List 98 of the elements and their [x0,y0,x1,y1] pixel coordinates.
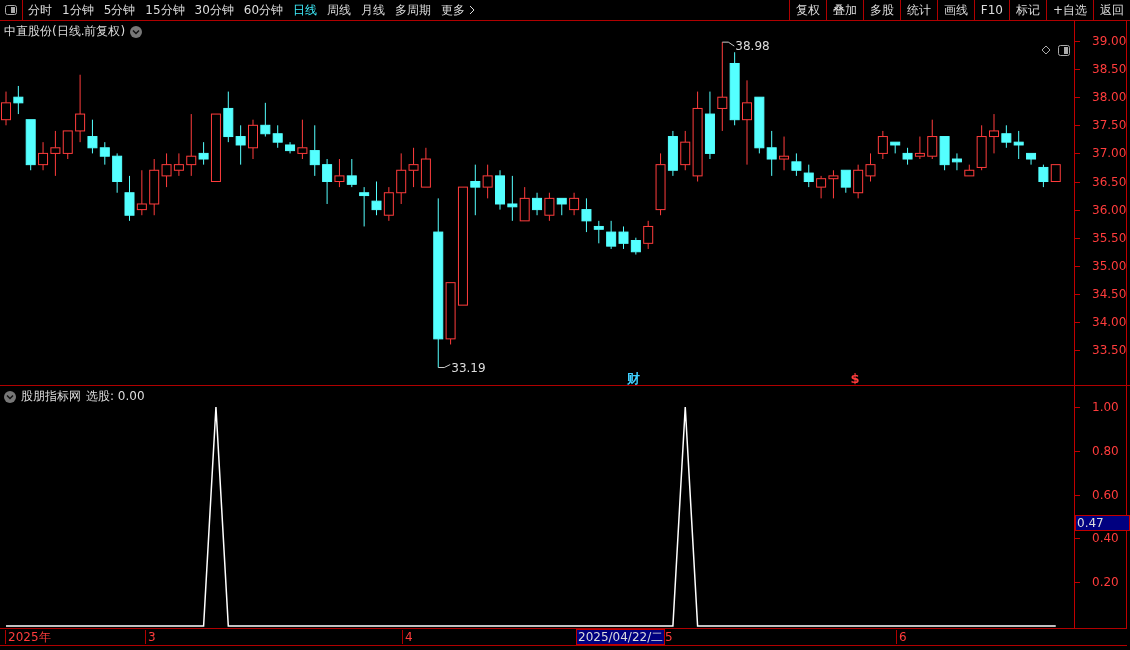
period-tab[interactable]: 15分钟 [140,0,190,20]
candlestick [1013,130,1024,160]
candlestick [877,130,888,160]
candlestick [433,197,444,369]
toolbar-button[interactable]: 叠加 [825,0,863,20]
candlestick [136,169,147,216]
axis-label: 34.50 [1092,286,1127,301]
time-axis-label: 6 [896,630,907,644]
panel-toggle-icon[interactable] [5,5,17,15]
candlestick [396,152,407,205]
toolbar-button[interactable]: +自选 [1045,0,1093,20]
candlestick [717,41,728,132]
axis-label: 35.00 [1092,258,1127,273]
candlestick [75,74,86,143]
toolbar-button[interactable]: 标记 [1008,0,1046,20]
candlestick [581,197,592,233]
period-tab[interactable]: 月线 [356,0,391,20]
axis-label: 37.50 [1092,118,1127,133]
toolbar-button[interactable]: 复权 [788,0,826,20]
candlestick [766,130,777,177]
period-tab[interactable]: 30分钟 [189,0,239,20]
period-tab[interactable]: 周线 [322,0,357,20]
candlestick [507,175,518,222]
toolbar-button[interactable]: 返回 [1093,0,1130,20]
panel-toggle-icon[interactable] [1058,45,1070,56]
period-tab[interactable]: 日线 [288,0,323,20]
candlestick [50,130,61,177]
leader-line [437,364,451,368]
leader-line [721,41,735,47]
candlestick [322,158,333,205]
period-tab[interactable]: 60分钟 [238,0,289,20]
candlestick [285,141,296,154]
cursor-date-label: 2025/04/22/二 [576,629,666,645]
candlestick [667,130,678,177]
axis-label: 34.00 [1092,315,1127,329]
diamond-icon[interactable] [1041,45,1051,55]
indicator-title: 股朋指标网 [21,388,81,405]
candlestick [161,152,172,188]
axis-label: 1.00 [1092,400,1119,414]
axis-label: 0.80 [1092,443,1119,458]
candlestick [532,192,543,216]
candlestick [470,164,481,216]
candlestick [186,113,197,177]
axis-label: 0.20 [1092,575,1119,590]
dropdown-icon[interactable] [130,25,143,38]
axis-label: 39.00 [1092,34,1127,48]
candlestick [235,124,246,166]
candlestick [630,237,641,256]
chevron-right-icon [469,5,476,15]
indicator-reading: 选股: 0.00 [86,388,145,405]
axis-label: 38.00 [1092,90,1127,105]
chart-title: 中直股份(日线.前复权) [4,23,126,40]
candlestick [569,192,580,216]
toolbar-button[interactable]: 统计 [899,0,937,20]
time-axis-label: 3 [145,630,156,644]
period-tab[interactable]: 5分钟 [98,0,141,20]
candlestick [989,113,999,154]
toolbar-button[interactable]: 多股 [862,0,900,20]
candlestick [951,152,962,171]
axis-label: 35.50 [1092,230,1127,245]
axis-label: 36.50 [1092,174,1127,189]
candlestick [383,186,394,222]
axis-label: 0.40 [1092,531,1119,546]
candlestick [13,85,24,115]
toolbar-button[interactable]: F10 [973,0,1009,20]
candlestick [38,141,49,171]
candlestick [149,158,160,216]
candlestick [112,152,123,194]
candlestick [704,91,715,160]
candlestick [408,147,419,188]
high-price-label: 38.98 [735,39,770,54]
candlestick [248,119,258,160]
axis-label: 33.50 [1092,343,1127,358]
candlestick [779,136,790,171]
candlestick [173,152,184,177]
candlestick [260,102,271,138]
axis-label: 37.00 [1092,146,1127,161]
period-tab[interactable]: 多周期 [390,0,437,20]
period-tab[interactable]: 更多 [436,0,481,20]
period-tab[interactable]: 1分钟 [57,0,99,20]
time-axis-label: 4 [402,630,413,644]
candlestick [742,79,752,166]
cursor-value-label: 0.47 [1075,515,1130,532]
axis-label: 38.50 [1092,62,1127,77]
period-tab[interactable]: 分时 [23,0,57,20]
dropdown-icon[interactable] [4,390,16,403]
candlestick [816,175,827,199]
candlestick [482,164,493,199]
event-marker[interactable]: 财 [626,371,640,385]
event-marker[interactable]: $ [850,371,860,385]
toolbar-button[interactable]: 画线 [936,0,974,20]
axis-label: 0.60 [1092,487,1119,502]
low-price-label: 33.19 [451,360,486,375]
axis-label: 36.00 [1092,202,1127,217]
candlestick [309,124,320,177]
time-axis-label: 2025年 [5,630,51,644]
candlestick [914,136,925,160]
candlestick [495,169,505,211]
